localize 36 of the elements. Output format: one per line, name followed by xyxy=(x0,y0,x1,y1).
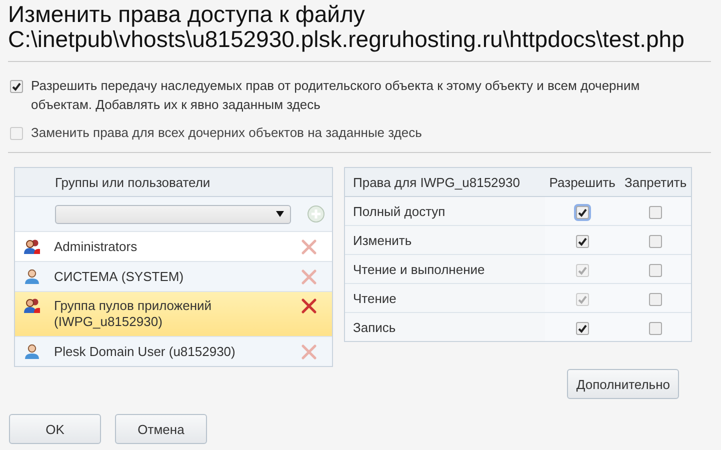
user-list-item[interactable]: Группа пулов приложений (IWPG_u8152930) xyxy=(15,292,332,337)
permission-name: Полный доступ xyxy=(345,196,545,226)
deny-checkbox[interactable] xyxy=(649,322,662,335)
deny-checkbox[interactable] xyxy=(649,264,662,277)
delete-icon[interactable] xyxy=(301,238,317,254)
permission-name: Чтение xyxy=(345,284,545,312)
delete-icon[interactable] xyxy=(301,298,317,314)
permission-name: Чтение и выполнение xyxy=(345,254,545,284)
ok-button[interactable]: OK xyxy=(9,414,101,444)
group-icon xyxy=(23,238,41,256)
checkbox-label: Разрешить передачу наследуемых прав от родительского объекта к этому объекту и всем дочерним объектам. Добавлять их к явно заданным здесь xyxy=(31,77,641,114)
deny-checkbox[interactable] xyxy=(649,206,662,219)
allow-checkbox[interactable] xyxy=(576,234,589,248)
deny-checkbox[interactable] xyxy=(649,234,662,248)
file-path: C:\inetpub\vhosts\u8152930.plsk.regruhosting.ru\httpdocs\test.php xyxy=(8,27,684,52)
allow-checkbox[interactable] xyxy=(576,206,589,219)
dialog-title: Изменить права доступа к файлу xyxy=(8,2,365,27)
checkbox[interactable] xyxy=(10,80,23,93)
deny-checkbox[interactable] xyxy=(649,292,662,306)
checkbox-label: Заменить права для всех дочерних объектов на заданные здесь xyxy=(31,124,423,142)
allow-checkbox[interactable] xyxy=(576,322,589,335)
dropdown-arrow-icon xyxy=(276,211,284,217)
column-header: Разрешить xyxy=(544,168,620,196)
group-icon xyxy=(23,297,41,315)
advanced-button[interactable]: Дополнительно xyxy=(567,369,679,399)
cancel-button[interactable]: Отмена xyxy=(115,414,207,444)
column-header: Группы или пользователи xyxy=(15,168,332,197)
column-header: Запретить xyxy=(620,168,691,196)
user-icon xyxy=(23,342,41,360)
column-header: Права для IWPG_u8152930 xyxy=(345,168,545,196)
add-icon[interactable] xyxy=(307,205,325,223)
user-list-item[interactable]: Administrators xyxy=(15,232,332,262)
permission-name: Запись xyxy=(345,312,545,341)
user-dropdown[interactable] xyxy=(55,204,291,224)
user-icon xyxy=(23,268,41,286)
permission-name: Изменить xyxy=(345,226,545,254)
